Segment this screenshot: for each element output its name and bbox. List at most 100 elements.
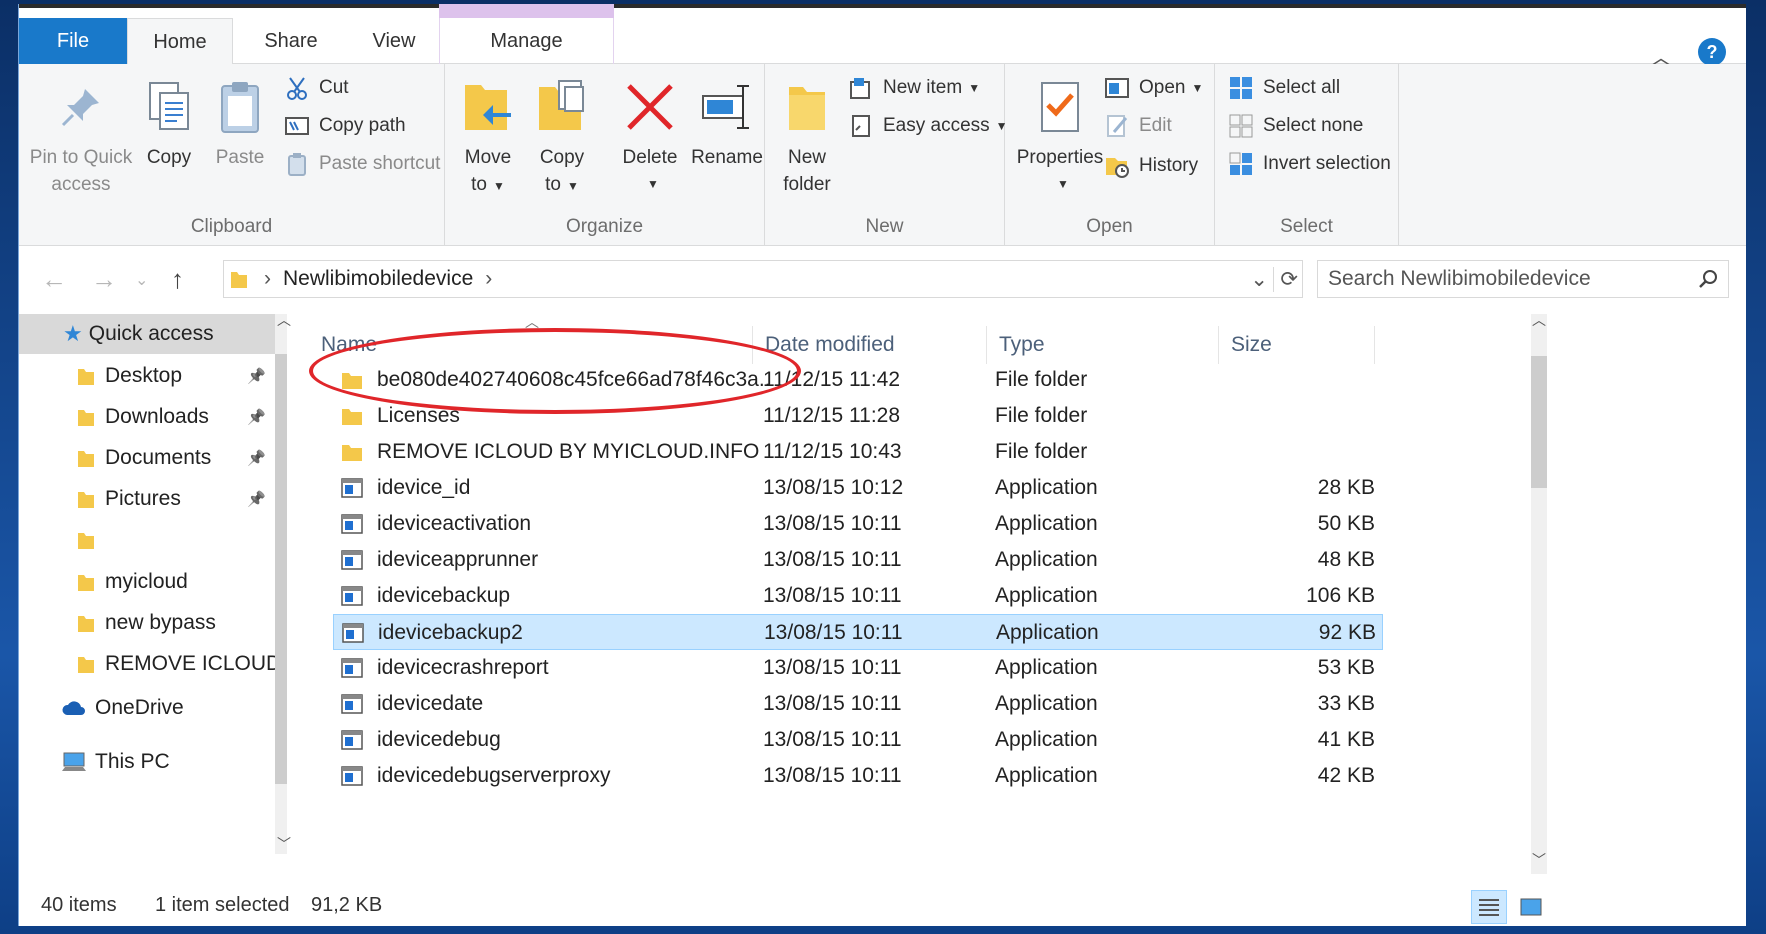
- file-row[interactable]: idevicebackup2 13/08/15 10:11 Application 9…: [333, 614, 1383, 650]
- pin-icon[interactable]: 📌: [247, 367, 266, 385]
- address-field[interactable]: › Newlibimobiledevice › ⌄ ⟳: [223, 260, 1303, 298]
- refresh-icon[interactable]: ⟳: [1273, 266, 1298, 292]
- paste-shortcut-button[interactable]: Paste shortcut: [285, 148, 440, 180]
- column-header-date[interactable]: Date modified: [755, 326, 987, 364]
- application-icon: [341, 585, 363, 607]
- group-organize: Move to ▼ Copy to ▼ Delete ▼ Rename Orga…: [445, 64, 765, 246]
- paste-label: Paste: [215, 147, 265, 168]
- file-size: 92 KB: [1318, 621, 1376, 644]
- file-row[interactable]: idevicedebugserverproxy 13/08/15 10:11 App…: [333, 758, 1383, 794]
- file-row[interactable]: ideviceapprunner 13/08/15 10:11 Applicatio…: [333, 542, 1383, 578]
- file-name: Licenses: [377, 404, 460, 427]
- file-row[interactable]: ideviceactivation 13/08/15 10:11 Applicati…: [333, 506, 1383, 542]
- rename-button[interactable]: Rename: [689, 70, 765, 171]
- list-scroll-up-icon[interactable]: ︿: [1532, 310, 1546, 330]
- copy-button[interactable]: Copy: [137, 70, 201, 171]
- nav-item[interactable]: myicloud: [19, 562, 275, 602]
- up-arrow-icon[interactable]: ↑: [171, 264, 184, 295]
- folder-icon: [341, 405, 363, 427]
- file-row[interactable]: be080de402740608c45fce66ad78f46c3a... 11/…: [333, 362, 1383, 398]
- new-folder-button[interactable]: New folder: [773, 70, 841, 198]
- new-item-button[interactable]: New item ▼: [849, 72, 980, 104]
- recent-locations-icon[interactable]: ⌄: [135, 270, 148, 290]
- breadcrumb-path[interactable]: Newlibimobiledevice: [283, 267, 473, 291]
- column-header-size[interactable]: Size: [1221, 326, 1375, 364]
- properties-button[interactable]: Properties ▼: [1013, 70, 1107, 198]
- tab-file[interactable]: File: [19, 18, 127, 64]
- properties-dropdown-icon[interactable]: ▼: [1019, 171, 1107, 198]
- column-header-name[interactable]: Name: [303, 326, 753, 364]
- search-input[interactable]: Search Newlibimobiledevice: [1328, 267, 1591, 291]
- file-name-cell: idevicecrashreport: [341, 650, 771, 686]
- delete-button[interactable]: Delete ▼: [617, 70, 683, 198]
- pin-to-quick-access-button[interactable]: Pin to Quick access: [29, 70, 133, 198]
- nav-item[interactable]: REMOVE ICLOUD: [19, 644, 275, 684]
- paste-button[interactable]: Paste: [209, 70, 271, 171]
- file-row[interactable]: Licenses 11/12/15 11:28 File folder: [333, 398, 1383, 434]
- nav-onedrive[interactable]: OneDrive: [19, 688, 275, 728]
- copy-to-label-1: Copy: [539, 147, 585, 168]
- nav-item[interactable]: Desktop 📌: [19, 356, 275, 396]
- nav-item[interactable]: new bypass: [19, 603, 275, 643]
- nav-scroll-down-icon[interactable]: ﹀: [277, 834, 291, 854]
- file-row[interactable]: idevicebackup 13/08/15 10:11 Application 10…: [333, 578, 1383, 614]
- column-header-type[interactable]: Type: [989, 326, 1219, 364]
- pin-icon[interactable]: 📌: [247, 408, 266, 426]
- status-bar: 40 items 1 item selected 91,2 KB: [19, 890, 1746, 926]
- search-icon[interactable]: [1698, 269, 1718, 289]
- copy-path-button[interactable]: Copy path: [285, 110, 406, 142]
- invert-selection-button[interactable]: Invert selection: [1229, 148, 1391, 180]
- pin-icon[interactable]: 📌: [247, 490, 266, 508]
- forward-arrow-icon[interactable]: →: [91, 264, 117, 295]
- nav-item-label: Pictures: [105, 487, 181, 510]
- file-row[interactable]: idevice_id 13/08/15 10:12 Application 28 KB: [333, 470, 1383, 506]
- tab-share[interactable]: Share: [251, 18, 331, 64]
- nav-item-label: REMOVE ICLOUD: [105, 652, 275, 675]
- file-size: 28 KB: [1317, 476, 1375, 499]
- file-name-cell: ideviceactivation: [341, 506, 771, 542]
- tab-home[interactable]: Home: [127, 18, 233, 65]
- file-row[interactable]: idevicecrashreport 13/08/15 10:11 Applicat…: [333, 650, 1383, 686]
- file-name: idevice_id: [377, 476, 471, 499]
- nav-item[interactable]: Pictures 📌: [19, 479, 275, 519]
- tab-manage[interactable]: Manage: [439, 18, 614, 64]
- history-button[interactable]: History: [1105, 150, 1198, 182]
- breadcrumb-separator-icon[interactable]: ›: [264, 267, 271, 291]
- file-row[interactable]: REMOVE ICLOUD BY MYICLOUD.INFO 11/12/15 1…: [333, 434, 1383, 470]
- pin-icon[interactable]: 📌: [247, 449, 266, 467]
- copy-to-button[interactable]: Copy to ▼: [531, 70, 593, 200]
- nav-item[interactable]: [19, 520, 275, 560]
- nav-quick-access[interactable]: ★ Quick access: [19, 314, 275, 354]
- file-row[interactable]: idevicedate 13/08/15 10:11 Application 33 K…: [333, 686, 1383, 722]
- breadcrumb-separator-icon[interactable]: ›: [485, 267, 492, 291]
- nav-item-label: Downloads: [105, 405, 209, 428]
- properties-icon: [1013, 70, 1107, 144]
- nav-this-pc[interactable]: This PC: [19, 742, 275, 782]
- delete-dropdown-icon[interactable]: ▼: [623, 171, 683, 198]
- tab-view[interactable]: View: [357, 18, 431, 64]
- file-list-scrollbar-thumb[interactable]: [1531, 356, 1547, 488]
- file-row[interactable]: idevicedebug 13/08/15 10:11 Application 41 …: [333, 722, 1383, 758]
- easy-access-button[interactable]: Easy access ▼: [849, 110, 1008, 142]
- select-all-button[interactable]: Select all: [1229, 72, 1340, 104]
- nav-item[interactable]: Documents 📌: [19, 438, 275, 478]
- help-icon[interactable]: ?: [1698, 38, 1726, 66]
- open-button[interactable]: Open ▼: [1105, 72, 1203, 104]
- new-folder-icon: [773, 70, 841, 144]
- move-to-button[interactable]: Move to ▼: [457, 70, 519, 200]
- application-icon: [341, 729, 363, 751]
- file-name: idevicecrashreport: [377, 656, 549, 679]
- list-scroll-down-icon[interactable]: ﹀: [1532, 850, 1546, 870]
- cut-button[interactable]: Cut: [285, 72, 349, 104]
- nav-scroll-up-icon[interactable]: ︿: [277, 310, 291, 330]
- large-icons-view-icon[interactable]: [1513, 890, 1549, 924]
- nav-item[interactable]: Downloads 📌: [19, 397, 275, 437]
- group-clipboard: Pin to Quick access Copy Paste Cut Copy …: [19, 64, 445, 246]
- select-none-button[interactable]: Select none: [1229, 110, 1363, 142]
- address-dropdown-icon[interactable]: ⌄: [1250, 267, 1268, 292]
- search-box[interactable]: Search Newlibimobiledevice: [1317, 260, 1729, 298]
- edit-button[interactable]: Edit: [1105, 110, 1172, 142]
- details-view-icon[interactable]: [1471, 890, 1507, 924]
- back-arrow-icon[interactable]: ←: [41, 264, 67, 295]
- nav-scrollbar-thumb[interactable]: [275, 354, 287, 784]
